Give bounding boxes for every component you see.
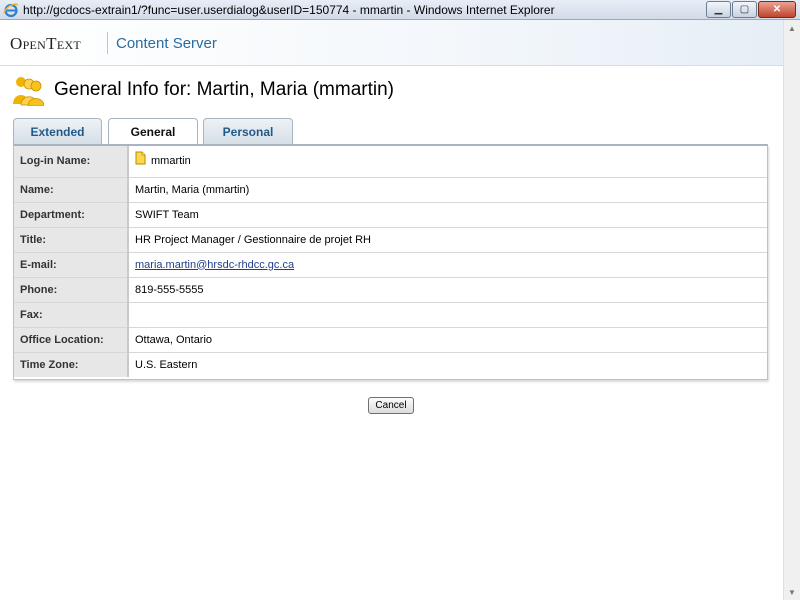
table-row: Office Location: Ottawa, Ontario <box>14 327 767 353</box>
table-row: E-mail: maria.martin@hrsdc-rhdcc.gc.ca <box>14 252 767 278</box>
table-row: Department: SWIFT Team <box>14 202 767 228</box>
table-row: Fax: <box>14 302 767 328</box>
name-label: Name: <box>14 177 129 203</box>
login-name-cell: mmartin <box>128 146 767 178</box>
window-controls: ▁ ▢ ✕ <box>706 1 796 18</box>
scroll-up-arrow-icon[interactable]: ▲ <box>784 20 800 36</box>
page-title: General Info for: Martin, Maria (mmartin… <box>54 79 394 100</box>
cancel-button[interactable]: Cancel <box>368 397 414 414</box>
phone-label: Phone: <box>14 277 129 303</box>
tab-general[interactable]: General <box>108 118 198 145</box>
office-location-label: Office Location: <box>14 327 129 353</box>
tab-extended[interactable]: Extended <box>13 118 102 144</box>
tab-personal[interactable]: Personal <box>203 118 293 144</box>
logo-text: OpenText <box>10 34 82 53</box>
department-value: SWIFT Team <box>128 202 767 228</box>
general-info-table: Log-in Name: mmartin Name: Martin, Maria… <box>14 146 767 377</box>
title-label: Title: <box>14 227 129 253</box>
window-titlebar: http://gcdocs-extrain1/?func=user.userdi… <box>0 0 800 20</box>
vertical-scrollbar[interactable]: ▲ ▼ <box>783 20 800 600</box>
product-name: Content Server <box>116 35 217 52</box>
minimize-button[interactable]: ▁ <box>706 1 731 18</box>
table-row: Log-in Name: mmartin <box>14 146 767 178</box>
login-name-value: mmartin <box>151 155 191 168</box>
name-value: Martin, Maria (mmartin) <box>128 177 767 203</box>
close-button[interactable]: ✕ <box>758 1 796 18</box>
login-name-label: Log-in Name: <box>14 146 129 178</box>
users-group-icon <box>13 77 44 106</box>
app-header: OpenText Content Server <box>0 20 783 66</box>
table-row: Title: HR Project Manager / Gestionnaire… <box>14 227 767 253</box>
table-row: Time Zone: U.S. Eastern <box>14 352 767 377</box>
opentext-logo: OpenText <box>10 34 81 54</box>
time-zone-value: U.S. Eastern <box>135 358 198 371</box>
table-row: Name: Martin, Maria (mmartin) <box>14 177 767 203</box>
user-icon <box>135 151 146 165</box>
maximize-icon: ▢ <box>739 4 750 15</box>
title-value: HR Project Manager / Gestionnaire de pro… <box>128 227 767 253</box>
email-label: E-mail: <box>14 252 129 278</box>
office-location-value: Ottawa, Ontario <box>128 327 767 353</box>
table-row: Phone: 819-555-5555 <box>14 277 767 303</box>
department-label: Department: <box>14 202 129 228</box>
minimize-icon: ▁ <box>714 4 723 15</box>
fax-value <box>128 302 767 328</box>
close-icon: ✕ <box>772 4 782 15</box>
scroll-down-arrow-icon[interactable]: ▼ <box>784 584 800 600</box>
ie-icon <box>3 2 19 18</box>
phone-value: 819-555-5555 <box>128 277 767 303</box>
fax-label: Fax: <box>14 302 129 328</box>
time-zone-label: Time Zone: <box>14 352 129 377</box>
page-title-row: General Info for: Martin, Maria (mmartin… <box>12 72 394 108</box>
email-link[interactable]: maria.martin@hrsdc-rhdcc.gc.ca <box>135 259 294 271</box>
email-cell: maria.martin@hrsdc-rhdcc.gc.ca <box>128 252 767 278</box>
header-divider <box>107 32 108 54</box>
maximize-button[interactable]: ▢ <box>732 1 757 18</box>
window-title: http://gcdocs-extrain1/?func=user.userdi… <box>23 2 555 17</box>
general-info-panel: Log-in Name: mmartin Name: Martin, Maria… <box>13 144 768 380</box>
